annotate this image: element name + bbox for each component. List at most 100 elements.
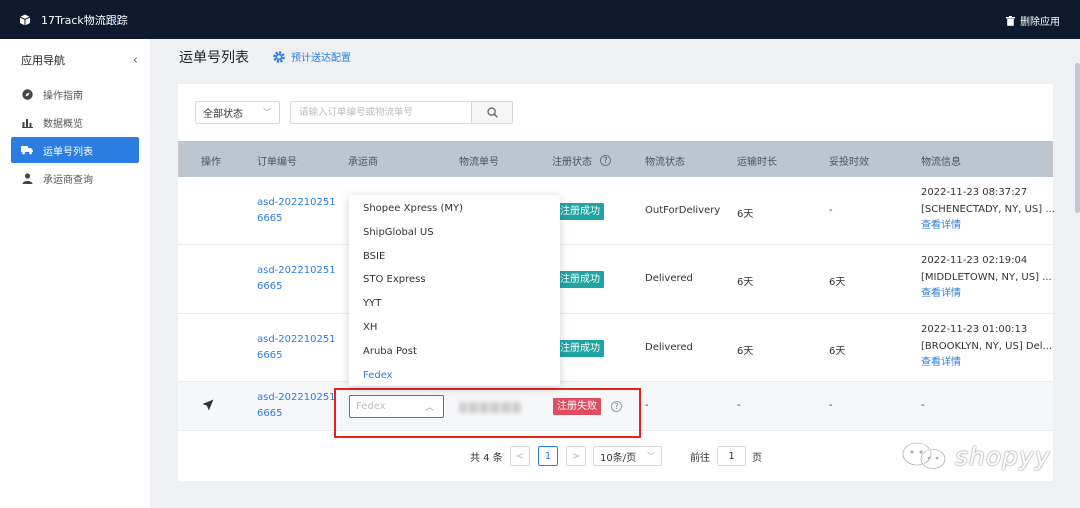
trash-icon — [1006, 15, 1015, 26]
table-header: 操作 订单编号 承运商 物流单号 注册状态 ? 物流状态 运输时长 妥投时效 物… — [178, 141, 1053, 177]
send-icon[interactable] — [202, 399, 214, 414]
page-button-current[interactable]: 1 — [538, 446, 558, 466]
sidebar-item-label: 承运商查询 — [43, 174, 93, 186]
info-time: 2022-11-23 02:19:04 — [921, 255, 1028, 266]
next-page-button[interactable]: > — [566, 446, 586, 466]
blurred-tracking-number — [459, 402, 521, 413]
delivery-efficiency: - — [829, 400, 833, 411]
order-number-link[interactable]: asd-202210251 6665 — [257, 390, 336, 422]
carrier-select-placeholder: Fedex — [356, 401, 386, 412]
table-row: asd-202210251 6665 注册成功 Delivered 6天 6天 … — [178, 314, 1053, 382]
status-badge: 注册成功 — [556, 203, 604, 220]
chevron-down-icon: ﹀ — [263, 108, 271, 117]
cube-icon — [19, 14, 31, 26]
gear-icon — [273, 50, 285, 63]
eta-config-label: 预计送达配置 — [291, 53, 351, 64]
page-title: 运单号列表 — [179, 50, 249, 66]
header-delivery-efficiency: 妥投时效 — [829, 157, 869, 168]
transit-time: 6天 — [737, 346, 754, 357]
carrier-option[interactable]: Shopee Xpress (MY) — [349, 197, 560, 221]
chevron-down-icon: ﹀ — [647, 451, 655, 461]
header-actions: 操作 — [201, 157, 221, 168]
order-number-line: asd-202210251 — [257, 197, 336, 208]
order-number-line: asd-202210251 — [257, 334, 336, 345]
sidebar: 应用导航 ‹ 操作指南 数据概览 运单号列表 承运商查询 — [0, 39, 150, 508]
carrier-option-selected[interactable]: Fedex — [349, 364, 560, 388]
sidebar-title: 应用导航 — [21, 54, 65, 67]
page-size-value: 10条/页 — [600, 452, 637, 464]
status-badge: 注册成功 — [556, 271, 604, 288]
header-order-no: 订单编号 — [257, 157, 297, 168]
carrier-select[interactable]: Fedex ︿ — [349, 395, 444, 418]
logistics-info: 2022-11-23 08:37:27 [SCHENECTADY, NY, US… — [921, 185, 1055, 235]
status-badge: 注册成功 — [556, 340, 604, 357]
status-filter-value: 全部状态 — [203, 109, 243, 120]
sidebar-item-guide[interactable]: 操作指南 — [11, 81, 139, 107]
order-number-line: asd-202210251 — [257, 265, 336, 276]
table-row: asd-202210251 6665 注册成功 Delivered 6天 6天 … — [178, 245, 1053, 314]
order-number-line: asd-202210251 — [257, 392, 336, 403]
carrier-option[interactable]: XH — [349, 316, 560, 340]
carrier-option[interactable]: STO Express — [349, 268, 560, 292]
chat-bubble-icon — [902, 442, 946, 470]
table-row: asd-202210251 6665 注册成功 OutForDelivery 6… — [178, 177, 1055, 245]
help-icon[interactable]: ? — [600, 155, 611, 166]
order-number-link[interactable]: asd-202210251 6665 — [257, 195, 336, 227]
search-input[interactable] — [290, 101, 471, 124]
view-details-link[interactable]: 查看详情 — [921, 286, 1052, 303]
user-icon — [21, 172, 33, 184]
delete-app-label: 删除应用 — [1020, 17, 1060, 28]
goto-page-input[interactable] — [717, 446, 746, 466]
delete-app-button[interactable]: 删除应用 — [1006, 13, 1060, 28]
status-badge: 注册失败 — [553, 398, 601, 415]
order-number-link[interactable]: asd-202210251 6665 — [257, 332, 336, 364]
search-button[interactable] — [471, 101, 513, 124]
header-logistics-status: 物流状态 — [645, 157, 685, 168]
watermark: shopyy — [901, 441, 1051, 471]
watermark-text: shopyy — [955, 441, 1051, 471]
sidebar-item-carrier-query[interactable]: 承运商查询 — [11, 165, 139, 191]
scrollbar[interactable] — [1075, 63, 1080, 213]
sidebar-header: 应用导航 ‹ — [0, 39, 150, 81]
carrier-dropdown: Shopee Xpress (MY) ShipGlobal US BSIE ST… — [349, 195, 560, 386]
help-icon[interactable]: ? — [611, 401, 622, 412]
delivery-efficiency: 6天 — [829, 346, 846, 357]
view-details-link[interactable]: 查看详情 — [921, 355, 1052, 372]
goto-label: 前往 — [690, 452, 710, 464]
eta-config-link[interactable]: 预计送达配置 — [273, 49, 351, 64]
order-number-line: 6665 — [257, 213, 283, 224]
page-size-select[interactable]: 10条/页 ﹀ — [593, 446, 662, 466]
status-filter-select[interactable]: 全部状态 ﹀ — [195, 101, 280, 124]
carrier-option[interactable]: YYT — [349, 292, 560, 316]
app-title: 17Track物流跟踪 — [41, 13, 128, 27]
info-location: [SCHENECTADY, NY, US] ... — [921, 203, 1055, 215]
carrier-option[interactable]: BSIE — [349, 245, 560, 269]
sidebar-item-label: 运单号列表 — [43, 146, 93, 158]
logistics-info: 2022-11-23 01:00:13 [BROOKLYN, NY, US] D… — [921, 322, 1052, 372]
bar-chart-icon — [21, 116, 33, 128]
pagination-total: 共 4 条 — [470, 452, 503, 464]
delivery-efficiency: 6天 — [829, 277, 846, 288]
view-details-link[interactable]: 查看详情 — [921, 218, 1055, 235]
sidebar-item-label: 数据概览 — [43, 118, 83, 130]
sidebar-item-overview[interactable]: 数据概览 — [11, 109, 139, 135]
order-number-link[interactable]: asd-202210251 6665 — [257, 263, 336, 295]
carrier-option[interactable]: Aruba Post — [349, 340, 560, 364]
logistics-status: - — [645, 400, 649, 411]
header-carrier: 承运商 — [348, 157, 378, 168]
info-time: 2022-11-23 01:00:13 — [921, 324, 1028, 335]
truck-icon — [21, 144, 33, 156]
order-number-line: 6665 — [257, 281, 283, 292]
order-number-line: 6665 — [257, 350, 283, 361]
header-transit-time: 运输时长 — [737, 157, 777, 168]
delivery-efficiency: - — [829, 205, 833, 216]
prev-page-button[interactable]: < — [510, 446, 530, 466]
chevron-up-icon: ︿ — [424, 403, 434, 413]
search-icon — [486, 107, 498, 118]
logistics-status: Delivered — [645, 273, 693, 284]
carrier-option[interactable]: ShipGlobal US — [349, 221, 560, 245]
sidebar-item-waybill-list[interactable]: 运单号列表 — [11, 137, 139, 163]
transit-time: 6天 — [737, 277, 754, 288]
collapse-chevron-icon[interactable]: ‹ — [133, 53, 138, 68]
info-time: 2022-11-23 08:37:27 — [921, 187, 1028, 198]
